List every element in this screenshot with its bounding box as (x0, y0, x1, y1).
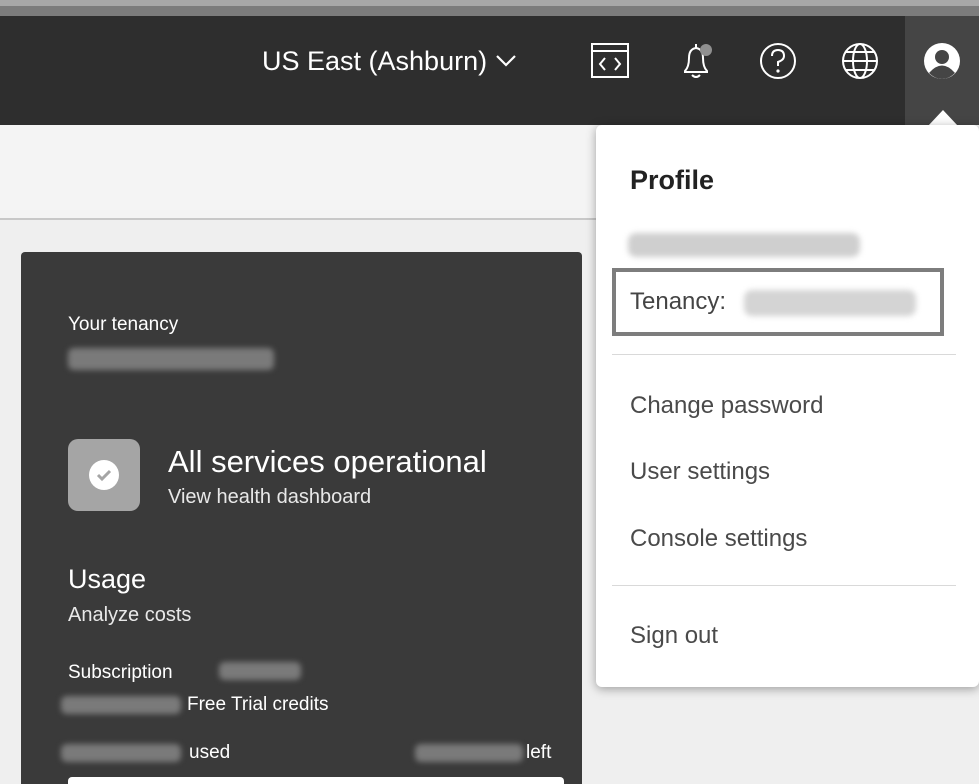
window-top-edge (0, 0, 979, 6)
usage-title: Usage (68, 564, 147, 594)
notifications-bell-icon[interactable] (675, 40, 717, 82)
menu-caret (928, 110, 958, 126)
change-password-item[interactable]: Change password (630, 392, 823, 420)
credit-amount-redacted (61, 696, 181, 714)
developer-tools-icon[interactable] (589, 40, 631, 82)
help-icon[interactable] (757, 40, 799, 82)
left-amount-redacted (415, 744, 523, 762)
subscription-label: Subscription (68, 662, 173, 683)
status-title: All services operational (168, 444, 487, 479)
free-trial-credits-label: Free Trial credits (187, 694, 329, 715)
window-top-border (0, 0, 979, 16)
user-settings-item[interactable]: User settings (630, 458, 770, 486)
status-ok-badge (68, 439, 140, 511)
tenancy-menu-item[interactable]: Tenancy: (612, 268, 944, 336)
profile-avatar-icon (924, 43, 960, 79)
tenancy-value-redacted (744, 290, 916, 316)
profile-dropdown-menu: Profile Tenancy: Change password User se… (596, 125, 979, 687)
analyze-costs-link[interactable]: Analyze costs (68, 604, 191, 627)
sign-out-item[interactable]: Sign out (630, 622, 718, 650)
console-settings-item[interactable]: Console settings (630, 525, 807, 553)
menu-divider (612, 585, 956, 586)
your-tenancy-label: Your tenancy (68, 314, 179, 335)
menu-divider (612, 354, 956, 355)
checkmark-icon (89, 460, 119, 490)
subscription-id-redacted (219, 662, 301, 680)
used-amount-redacted (61, 744, 181, 762)
chevron-down-icon (496, 55, 516, 67)
credit-usage-bar (68, 777, 564, 784)
used-label: used (189, 742, 231, 763)
tenancy-name-redacted (68, 348, 274, 370)
profile-menu-title: Profile (630, 165, 715, 195)
tenancy-card: Your tenancy All services operational Vi… (21, 252, 582, 784)
region-label: US East (Ashburn) (262, 45, 488, 76)
username-redacted (628, 233, 860, 257)
left-label: left (526, 742, 552, 763)
view-health-dashboard-link[interactable]: View health dashboard (168, 486, 371, 509)
tenancy-label: Tenancy: (630, 288, 727, 315)
profile-tab[interactable] (905, 16, 979, 125)
language-globe-icon[interactable] (839, 40, 881, 82)
region-selector[interactable]: US East (Ashburn) (262, 41, 517, 81)
